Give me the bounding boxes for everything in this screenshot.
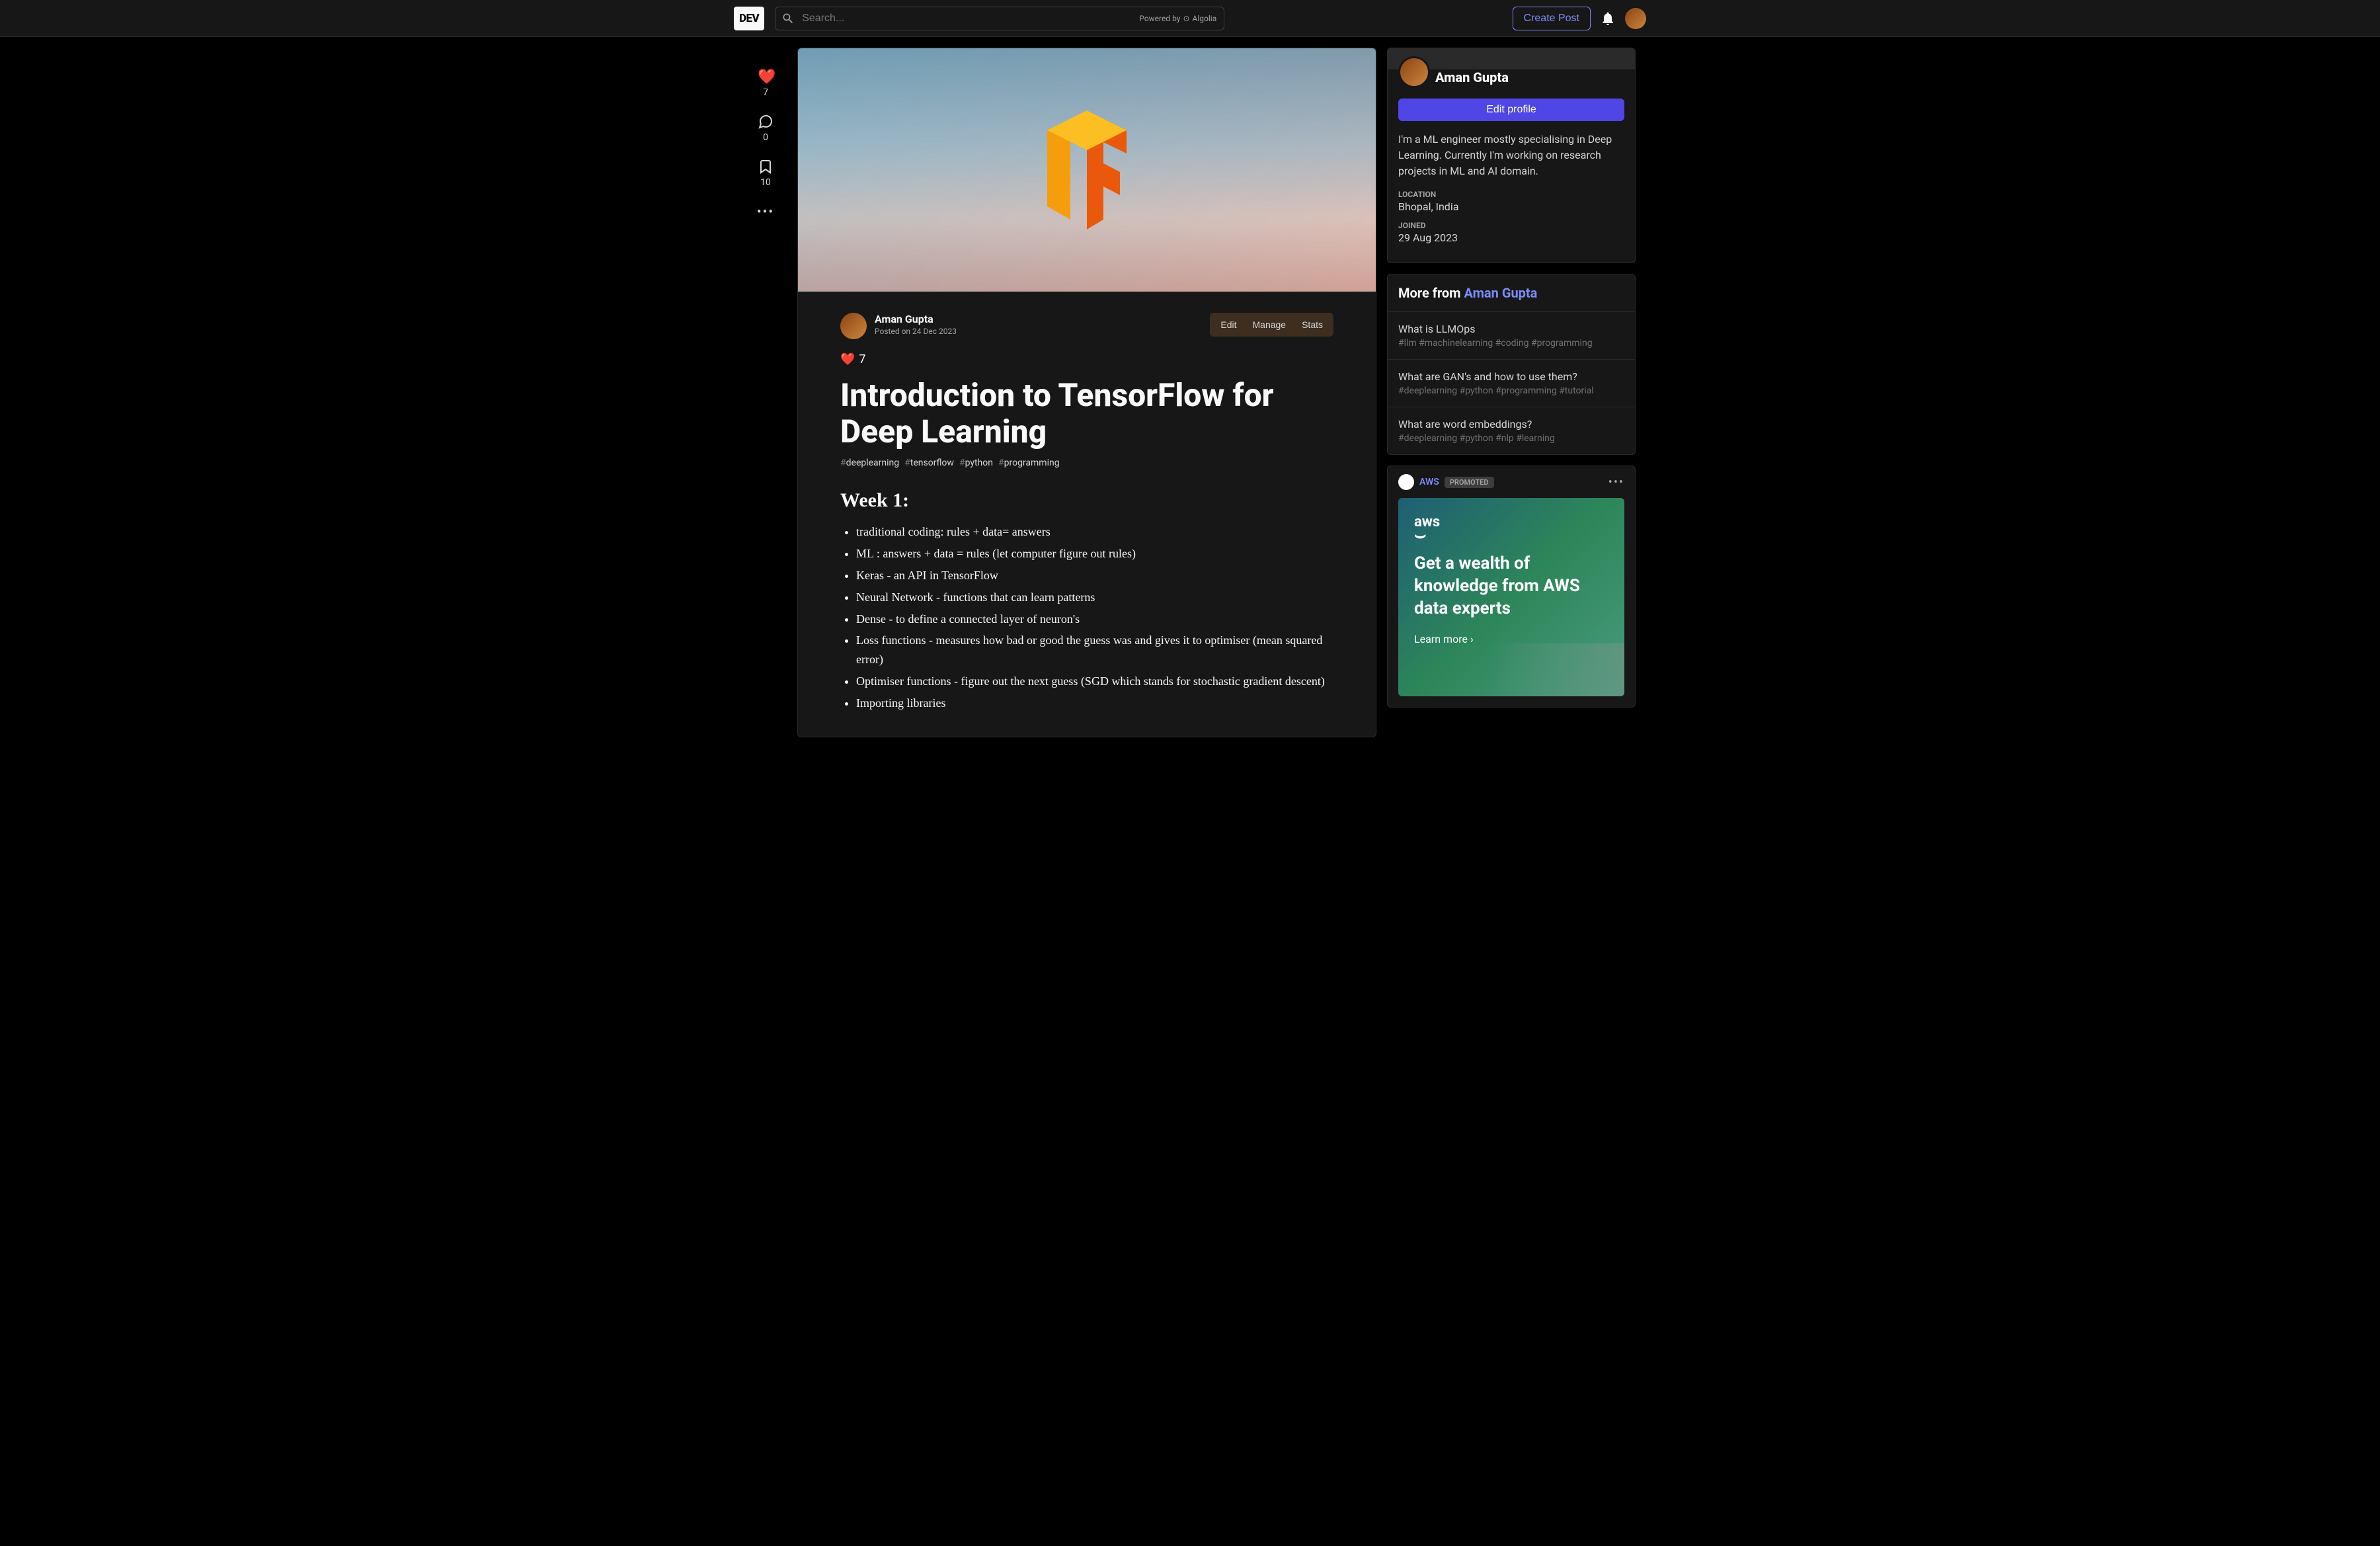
tensorflow-logo-icon <box>1021 97 1153 243</box>
promo-background-image <box>1489 643 1624 696</box>
reaction-summary[interactable]: ❤️ 7 <box>840 352 1333 366</box>
article-title: Introduction to TensorFlow for Deep Lear… <box>840 377 1333 450</box>
more-from-header: More from Aman Gupta <box>1388 274 1635 312</box>
comment-count: 0 <box>763 132 768 143</box>
tag-deeplearning[interactable]: #deeplearning <box>840 458 899 468</box>
manage-button[interactable]: Manage <box>1246 317 1293 333</box>
author-name[interactable]: Aman Gupta <box>875 313 1202 325</box>
profile-bio: I'm a ML engineer mostly specialising in… <box>1398 132 1624 179</box>
bookmark-icon <box>758 159 774 175</box>
location-label: LOCATION <box>1398 190 1624 199</box>
section-heading: Week 1: <box>840 489 1333 512</box>
more-from-author-link[interactable]: Aman Gupta <box>1464 285 1537 301</box>
aws-brand-icon: ☁ <box>1398 474 1414 490</box>
comment-button[interactable]: 0 <box>758 114 774 143</box>
promoted-badge: PROMOTED <box>1445 477 1494 488</box>
related-tags: #llm #machinelearning #coding #programmi… <box>1398 338 1624 348</box>
powered-by-label: Powered by ⊙ Algolia <box>1139 14 1216 23</box>
list-item: Loss functions - measures how bad or goo… <box>856 631 1333 669</box>
list-item: Dense - to define a connected layer of n… <box>856 610 1333 629</box>
related-tags: #deeplearning #python #nlp #learning <box>1398 433 1624 444</box>
tag-tensorflow[interactable]: #tensorflow <box>904 458 954 468</box>
bookmark-count: 10 <box>760 177 771 188</box>
promo-options-icon[interactable]: ••• <box>1608 475 1624 489</box>
list-item: Keras - an API in TensorFlow <box>856 566 1333 585</box>
notifications-icon[interactable] <box>1600 11 1616 26</box>
promo-brand[interactable]: AWS <box>1419 477 1439 487</box>
bookmark-button[interactable]: 10 <box>758 159 774 188</box>
stats-button[interactable]: Stats <box>1295 317 1329 333</box>
reaction-total: 7 <box>859 352 865 366</box>
post-date: Posted on 24 Dec 2023 <box>875 327 1202 336</box>
related-title: What are word embeddings? <box>1398 418 1624 430</box>
promo-banner[interactable]: aws ⌣ Get a wealth of knowledge from AWS… <box>1398 498 1624 696</box>
heart-icon: ❤️ <box>758 69 774 85</box>
joined-value: 29 Aug 2023 <box>1398 231 1624 244</box>
related-title: What are GAN's and how to use them? <box>1398 370 1624 383</box>
related-tags: #deeplearning #python #programming #tuto… <box>1398 386 1624 396</box>
edit-button[interactable]: Edit <box>1214 317 1243 333</box>
joined-label: JOINED <box>1398 221 1624 230</box>
list-item: traditional coding: rules + data= answer… <box>856 522 1333 542</box>
tag-programming[interactable]: #programming <box>998 458 1060 468</box>
profile-name[interactable]: Aman Gupta <box>1435 69 1509 85</box>
related-article-item[interactable]: What is LLMOps #llm #machinelearning #cod… <box>1388 312 1635 360</box>
reaction-count: 7 <box>763 87 768 98</box>
list-item: Neural Network - functions that can lear… <box>856 588 1333 607</box>
create-post-button[interactable]: Create Post <box>1513 7 1591 30</box>
list-item: ML : answers + data = rules (let compute… <box>856 544 1333 563</box>
location-value: Bhopal, India <box>1398 200 1624 213</box>
heart-emoji-icon: ❤️ <box>840 352 855 366</box>
more-options-icon[interactable]: ••• <box>757 204 774 220</box>
site-logo[interactable]: DEV <box>734 7 764 30</box>
search-icon <box>781 12 795 25</box>
list-item: Importing libraries <box>856 694 1333 713</box>
aws-logo: aws ⌣ <box>1414 514 1608 540</box>
cover-image <box>798 48 1376 292</box>
profile-avatar[interactable] <box>1398 56 1430 88</box>
tag-python[interactable]: #python <box>959 458 993 468</box>
edit-profile-button[interactable]: Edit profile <box>1398 99 1624 121</box>
user-avatar[interactable] <box>1625 8 1646 29</box>
list-item: Optimiser functions - figure out the nex… <box>856 672 1333 691</box>
related-title: What is LLMOps <box>1398 323 1624 335</box>
comment-icon <box>758 114 774 130</box>
reaction-button[interactable]: ❤️ 7 <box>758 69 774 98</box>
related-article-item[interactable]: What are GAN's and how to use them? #deep… <box>1388 360 1635 407</box>
related-article-item[interactable]: What are word embeddings? #deeplearning #… <box>1388 407 1635 454</box>
author-avatar[interactable] <box>840 313 867 339</box>
article-actions: Edit Manage Stats <box>1210 313 1333 337</box>
promo-headline: Get a wealth of knowledge from AWS data … <box>1414 553 1608 620</box>
